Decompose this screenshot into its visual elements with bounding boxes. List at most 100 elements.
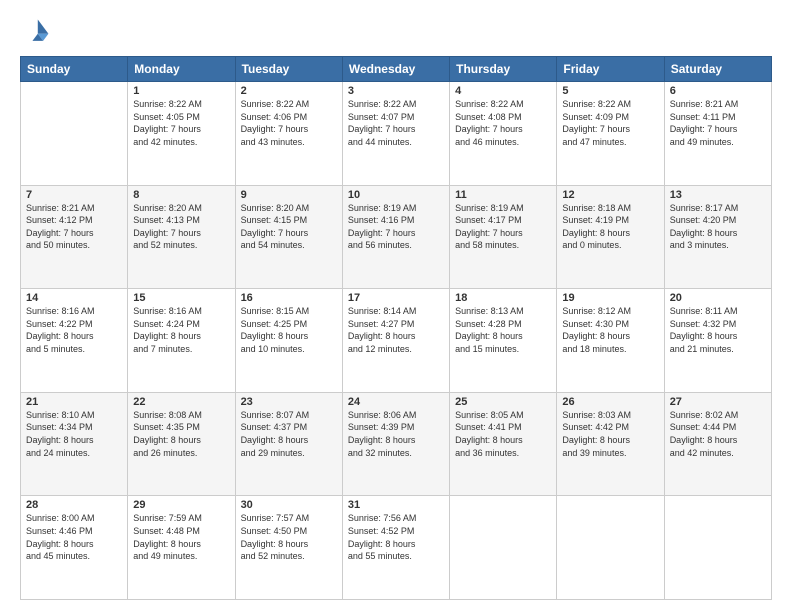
- day-info: Sunrise: 8:07 AM Sunset: 4:37 PM Dayligh…: [241, 409, 337, 459]
- day-number: 31: [348, 499, 444, 511]
- calendar-cell: 22Sunrise: 8:08 AM Sunset: 4:35 PM Dayli…: [128, 392, 235, 496]
- calendar-cell: 1Sunrise: 8:22 AM Sunset: 4:05 PM Daylig…: [128, 82, 235, 186]
- day-number: 23: [241, 396, 337, 408]
- calendar-cell: 21Sunrise: 8:10 AM Sunset: 4:34 PM Dayli…: [21, 392, 128, 496]
- calendar-cell: 10Sunrise: 8:19 AM Sunset: 4:16 PM Dayli…: [342, 185, 449, 289]
- day-number: 18: [455, 292, 551, 304]
- day-number: 4: [455, 85, 551, 97]
- day-info: Sunrise: 8:11 AM Sunset: 4:32 PM Dayligh…: [670, 305, 766, 355]
- day-number: 7: [26, 189, 122, 201]
- col-wednesday: Wednesday: [342, 57, 449, 82]
- day-number: 25: [455, 396, 551, 408]
- calendar-cell: 6Sunrise: 8:21 AM Sunset: 4:11 PM Daylig…: [664, 82, 771, 186]
- day-number: 2: [241, 85, 337, 97]
- day-info: Sunrise: 8:18 AM Sunset: 4:19 PM Dayligh…: [562, 202, 658, 252]
- day-info: Sunrise: 8:12 AM Sunset: 4:30 PM Dayligh…: [562, 305, 658, 355]
- col-tuesday: Tuesday: [235, 57, 342, 82]
- calendar-cell: 4Sunrise: 8:22 AM Sunset: 4:08 PM Daylig…: [450, 82, 557, 186]
- day-number: 3: [348, 85, 444, 97]
- col-monday: Monday: [128, 57, 235, 82]
- day-number: 22: [133, 396, 229, 408]
- calendar-cell: 9Sunrise: 8:20 AM Sunset: 4:15 PM Daylig…: [235, 185, 342, 289]
- calendar-cell: 28Sunrise: 8:00 AM Sunset: 4:46 PM Dayli…: [21, 496, 128, 600]
- day-info: Sunrise: 7:57 AM Sunset: 4:50 PM Dayligh…: [241, 512, 337, 562]
- logo-icon: [20, 16, 52, 48]
- calendar-cell: [557, 496, 664, 600]
- calendar-week-row: 28Sunrise: 8:00 AM Sunset: 4:46 PM Dayli…: [21, 496, 772, 600]
- calendar-cell: 7Sunrise: 8:21 AM Sunset: 4:12 PM Daylig…: [21, 185, 128, 289]
- day-info: Sunrise: 8:16 AM Sunset: 4:22 PM Dayligh…: [26, 305, 122, 355]
- calendar-cell: 26Sunrise: 8:03 AM Sunset: 4:42 PM Dayli…: [557, 392, 664, 496]
- calendar-cell: 20Sunrise: 8:11 AM Sunset: 4:32 PM Dayli…: [664, 289, 771, 393]
- day-info: Sunrise: 8:19 AM Sunset: 4:16 PM Dayligh…: [348, 202, 444, 252]
- day-number: 11: [455, 189, 551, 201]
- calendar-cell: 16Sunrise: 8:15 AM Sunset: 4:25 PM Dayli…: [235, 289, 342, 393]
- calendar-cell: 27Sunrise: 8:02 AM Sunset: 4:44 PM Dayli…: [664, 392, 771, 496]
- calendar-cell: 18Sunrise: 8:13 AM Sunset: 4:28 PM Dayli…: [450, 289, 557, 393]
- day-info: Sunrise: 8:00 AM Sunset: 4:46 PM Dayligh…: [26, 512, 122, 562]
- calendar-cell: 31Sunrise: 7:56 AM Sunset: 4:52 PM Dayli…: [342, 496, 449, 600]
- day-number: 17: [348, 292, 444, 304]
- calendar-cell: [21, 82, 128, 186]
- col-saturday: Saturday: [664, 57, 771, 82]
- calendar-table: Sunday Monday Tuesday Wednesday Thursday…: [20, 56, 772, 600]
- header: [20, 16, 772, 48]
- day-info: Sunrise: 8:10 AM Sunset: 4:34 PM Dayligh…: [26, 409, 122, 459]
- day-number: 13: [670, 189, 766, 201]
- calendar-cell: 29Sunrise: 7:59 AM Sunset: 4:48 PM Dayli…: [128, 496, 235, 600]
- day-info: Sunrise: 8:21 AM Sunset: 4:11 PM Dayligh…: [670, 98, 766, 148]
- calendar-cell: 12Sunrise: 8:18 AM Sunset: 4:19 PM Dayli…: [557, 185, 664, 289]
- day-number: 30: [241, 499, 337, 511]
- day-number: 15: [133, 292, 229, 304]
- calendar-cell: 5Sunrise: 8:22 AM Sunset: 4:09 PM Daylig…: [557, 82, 664, 186]
- col-friday: Friday: [557, 57, 664, 82]
- calendar-week-row: 21Sunrise: 8:10 AM Sunset: 4:34 PM Dayli…: [21, 392, 772, 496]
- page: Sunday Monday Tuesday Wednesday Thursday…: [0, 0, 792, 612]
- calendar-cell: 13Sunrise: 8:17 AM Sunset: 4:20 PM Dayli…: [664, 185, 771, 289]
- day-info: Sunrise: 8:19 AM Sunset: 4:17 PM Dayligh…: [455, 202, 551, 252]
- day-info: Sunrise: 7:59 AM Sunset: 4:48 PM Dayligh…: [133, 512, 229, 562]
- day-info: Sunrise: 8:16 AM Sunset: 4:24 PM Dayligh…: [133, 305, 229, 355]
- day-info: Sunrise: 7:56 AM Sunset: 4:52 PM Dayligh…: [348, 512, 444, 562]
- day-number: 5: [562, 85, 658, 97]
- day-info: Sunrise: 8:08 AM Sunset: 4:35 PM Dayligh…: [133, 409, 229, 459]
- day-number: 20: [670, 292, 766, 304]
- day-number: 10: [348, 189, 444, 201]
- calendar-cell: 24Sunrise: 8:06 AM Sunset: 4:39 PM Dayli…: [342, 392, 449, 496]
- day-number: 16: [241, 292, 337, 304]
- day-number: 9: [241, 189, 337, 201]
- day-number: 29: [133, 499, 229, 511]
- calendar-cell: 17Sunrise: 8:14 AM Sunset: 4:27 PM Dayli…: [342, 289, 449, 393]
- calendar-cell: 15Sunrise: 8:16 AM Sunset: 4:24 PM Dayli…: [128, 289, 235, 393]
- day-number: 26: [562, 396, 658, 408]
- col-thursday: Thursday: [450, 57, 557, 82]
- day-info: Sunrise: 8:15 AM Sunset: 4:25 PM Dayligh…: [241, 305, 337, 355]
- day-number: 19: [562, 292, 658, 304]
- day-info: Sunrise: 8:22 AM Sunset: 4:05 PM Dayligh…: [133, 98, 229, 148]
- calendar-week-row: 1Sunrise: 8:22 AM Sunset: 4:05 PM Daylig…: [21, 82, 772, 186]
- day-number: 27: [670, 396, 766, 408]
- day-info: Sunrise: 8:06 AM Sunset: 4:39 PM Dayligh…: [348, 409, 444, 459]
- calendar-week-row: 7Sunrise: 8:21 AM Sunset: 4:12 PM Daylig…: [21, 185, 772, 289]
- day-number: 28: [26, 499, 122, 511]
- calendar-cell: 14Sunrise: 8:16 AM Sunset: 4:22 PM Dayli…: [21, 289, 128, 393]
- day-info: Sunrise: 8:22 AM Sunset: 4:07 PM Dayligh…: [348, 98, 444, 148]
- calendar-cell: [450, 496, 557, 600]
- day-info: Sunrise: 8:03 AM Sunset: 4:42 PM Dayligh…: [562, 409, 658, 459]
- day-info: Sunrise: 8:20 AM Sunset: 4:13 PM Dayligh…: [133, 202, 229, 252]
- day-info: Sunrise: 8:14 AM Sunset: 4:27 PM Dayligh…: [348, 305, 444, 355]
- day-number: 12: [562, 189, 658, 201]
- calendar-week-row: 14Sunrise: 8:16 AM Sunset: 4:22 PM Dayli…: [21, 289, 772, 393]
- day-number: 1: [133, 85, 229, 97]
- day-info: Sunrise: 8:22 AM Sunset: 4:06 PM Dayligh…: [241, 98, 337, 148]
- calendar-header-row: Sunday Monday Tuesday Wednesday Thursday…: [21, 57, 772, 82]
- day-number: 6: [670, 85, 766, 97]
- day-info: Sunrise: 8:13 AM Sunset: 4:28 PM Dayligh…: [455, 305, 551, 355]
- calendar-cell: 11Sunrise: 8:19 AM Sunset: 4:17 PM Dayli…: [450, 185, 557, 289]
- calendar-cell: 8Sunrise: 8:20 AM Sunset: 4:13 PM Daylig…: [128, 185, 235, 289]
- day-number: 24: [348, 396, 444, 408]
- calendar-cell: 19Sunrise: 8:12 AM Sunset: 4:30 PM Dayli…: [557, 289, 664, 393]
- day-number: 8: [133, 189, 229, 201]
- day-info: Sunrise: 8:21 AM Sunset: 4:12 PM Dayligh…: [26, 202, 122, 252]
- calendar-cell: 25Sunrise: 8:05 AM Sunset: 4:41 PM Dayli…: [450, 392, 557, 496]
